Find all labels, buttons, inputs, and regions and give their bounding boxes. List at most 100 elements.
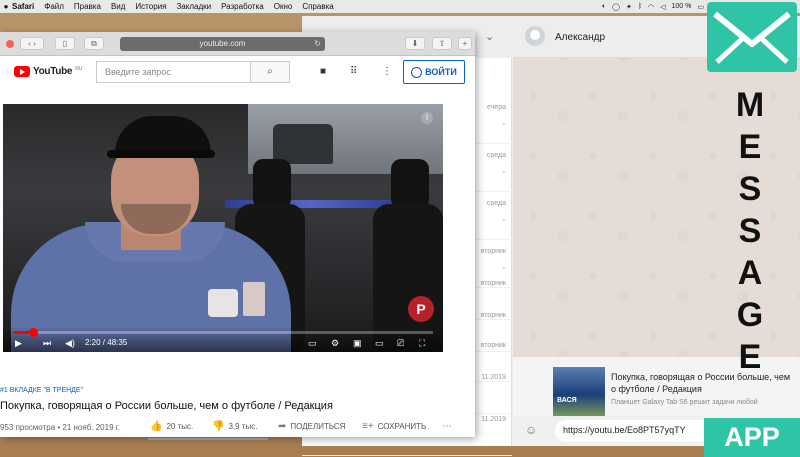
share-icon[interactable]: ⇪ xyxy=(432,37,452,50)
apple-menu-icon[interactable]: ● xyxy=(0,2,12,11)
player-controls: ▶ ⏭ ◀) 2:20 / 48:35 ▭ ⚙ ▣ ▭ ⎚ ⛶ xyxy=(3,326,443,352)
logo-text: YouTube xyxy=(33,66,73,77)
apps-grid-icon[interactable]: ⠿ xyxy=(350,66,357,77)
muted-icon: ⌁ xyxy=(501,121,506,128)
address-bar[interactable]: youtube.com ↻ xyxy=(120,37,325,51)
user-icon xyxy=(411,66,423,78)
like-button[interactable]: 👍 20 тыс. xyxy=(150,421,193,432)
fullscreen-icon[interactable]: ⛶ xyxy=(419,338,425,348)
url-text: youtube.com xyxy=(199,39,246,48)
menu-help[interactable]: Справка xyxy=(297,2,338,11)
status-icon[interactable]: ◯ xyxy=(612,3,620,11)
menu-bookmarks[interactable]: Закладки xyxy=(171,2,216,11)
wifi-icon[interactable]: ◠ xyxy=(648,3,654,11)
video-frame xyxy=(253,159,291,209)
create-video-icon[interactable]: ■ xyxy=(320,66,326,77)
next-icon[interactable]: ⏭ xyxy=(43,338,51,348)
channel-watermark[interactable]: P xyxy=(408,296,434,322)
new-tab-icon[interactable]: + xyxy=(458,37,472,50)
message-app-overlay: M E S S A G E APP xyxy=(704,0,800,457)
search-icon[interactable]: ⌕ xyxy=(250,61,290,83)
youtube-logo[interactable]: YouTube RU xyxy=(14,66,82,77)
letter: S xyxy=(738,170,762,208)
muted-icon: ⌁ xyxy=(501,265,506,272)
video-frame xyxy=(243,282,265,316)
app-badge: APP xyxy=(704,418,800,457)
status-area: ◐ ◯ ✦ ᛒ ◠ ◁ 100 % ▭ xyxy=(602,0,704,13)
battery-icon[interactable]: ▭ xyxy=(697,3,704,11)
playlist-add-icon: ≡+ xyxy=(362,421,374,432)
more-actions-icon[interactable]: ⋯ xyxy=(442,421,452,432)
info-icon[interactable]: i xyxy=(421,112,433,124)
muted-icon: ⌁ xyxy=(501,169,506,176)
chat-date: вторник xyxy=(480,312,506,319)
thumbs-up-icon: 👍 xyxy=(150,421,163,432)
thumbs-down-icon: 👎 xyxy=(212,421,225,432)
avatar[interactable] xyxy=(525,26,545,46)
menu-edit[interactable]: Правка xyxy=(69,2,106,11)
video-player[interactable]: i P ▶ ⏭ ◀) 2:20 / 48:35 ▭ ⚙ ▣ ▭ ⎚ ⛶ xyxy=(3,104,443,352)
preview-thumbnail xyxy=(553,367,605,417)
muted-icon: ⌁ xyxy=(501,217,506,224)
subtitles-icon[interactable]: ▭ xyxy=(308,338,317,348)
chat-date: вторник xyxy=(480,248,506,255)
trending-label[interactable]: #1 ВКЛАДКЕ "В ТРЕНДЕ" xyxy=(0,387,83,394)
volume-icon[interactable]: ◁ xyxy=(660,3,665,11)
volume-icon[interactable]: ◀) xyxy=(65,338,75,348)
save-button[interactable]: ≡+ СОХРАНИТЬ xyxy=(362,421,426,432)
bluetooth-icon[interactable]: ᛒ xyxy=(638,3,642,10)
chat-date: среда xyxy=(486,152,506,159)
share-arrow-icon: ➦ xyxy=(278,421,287,432)
envelope-icon xyxy=(707,2,797,72)
safari-toolbar: ‹ › ▯ ⧉ youtube.com ↻ ⬇ ⇪ + xyxy=(0,32,475,56)
emoji-icon[interactable]: ☺ xyxy=(525,423,537,437)
close-window-icon[interactable] xyxy=(6,40,14,48)
share-button[interactable]: ➦ ПОДЕЛИТЬСЯ xyxy=(278,421,345,432)
video-title: Покупка, говорящая о России больше, чем … xyxy=(0,400,333,412)
dislike-count: 3,9 тыс. xyxy=(228,422,258,431)
search-input[interactable]: Введите запрос xyxy=(96,61,251,83)
reload-icon[interactable]: ↻ xyxy=(314,37,321,51)
chat-date: вторник xyxy=(480,342,506,349)
menu-file[interactable]: Файл xyxy=(39,2,69,11)
chevron-down-icon[interactable]: ⌄ xyxy=(485,30,494,43)
safari-window: ‹ › ▯ ⧉ youtube.com ↻ ⬇ ⇪ + YouTube RU В… xyxy=(0,32,475,440)
sign-in-label: ВОЙТИ xyxy=(425,67,457,77)
video-frame xyxy=(391,159,429,209)
download-icon[interactable]: ⬇ xyxy=(405,37,425,50)
youtube-play-icon xyxy=(14,66,30,77)
video-stats: 953 просмотра • 21 нояб. 2019 г. xyxy=(0,423,120,432)
back-forward-button[interactable]: ‹ › xyxy=(20,37,44,50)
menu-view[interactable]: Вид xyxy=(106,2,130,11)
menu-app-name[interactable]: Safari xyxy=(12,2,39,11)
letter: G xyxy=(736,296,764,334)
progress-handle[interactable] xyxy=(29,328,39,337)
settings-icon[interactable]: ⚙ xyxy=(331,338,339,348)
logo-region: RU xyxy=(75,65,83,72)
chat-date: 11.2019 xyxy=(481,416,506,423)
menu-window[interactable]: Окно xyxy=(269,2,298,11)
sidebar-icon[interactable]: ▯ xyxy=(55,37,75,50)
chat-date: 11.2019 xyxy=(481,374,506,381)
theater-mode-icon[interactable]: ▭ xyxy=(375,338,384,348)
progress-bar[interactable] xyxy=(13,328,433,337)
contact-name[interactable]: Александр xyxy=(555,32,605,43)
letter: M xyxy=(735,86,765,124)
play-icon[interactable]: ▶ xyxy=(15,338,22,348)
tabs-overview-icon[interactable]: ⧉ xyxy=(84,37,104,50)
battery-percent[interactable]: 100 % xyxy=(672,3,692,10)
video-frame xyxy=(273,124,333,164)
more-vert-icon[interactable]: ⋮ xyxy=(382,66,392,77)
miniplayer-icon[interactable]: ▣ xyxy=(353,338,362,348)
video-frame xyxy=(208,289,238,317)
time-display: 2:20 / 48:35 xyxy=(85,338,128,347)
status-icon[interactable]: ✦ xyxy=(626,3,632,11)
menu-develop[interactable]: Разработка xyxy=(216,2,269,11)
dislike-button[interactable]: 👎 3,9 тыс. xyxy=(212,421,257,432)
airplay-icon[interactable]: ⎚ xyxy=(397,338,404,348)
youtube-page: YouTube RU Введите запрос ⌕ ■ ⠿ ⋮ ВОЙТИ xyxy=(0,57,475,440)
menu-history[interactable]: История xyxy=(130,2,171,11)
sign-in-button[interactable]: ВОЙТИ xyxy=(403,60,465,84)
letter: S xyxy=(738,212,762,250)
status-icon[interactable]: ◐ xyxy=(602,3,606,10)
